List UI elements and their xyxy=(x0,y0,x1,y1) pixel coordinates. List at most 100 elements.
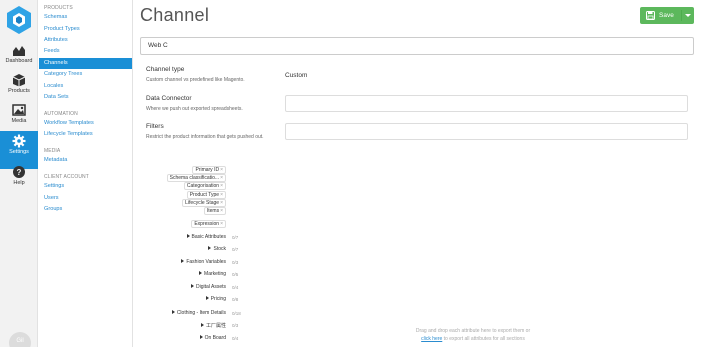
hint-line-2-text: to export all attributes for all section… xyxy=(443,336,525,342)
group-count: 0/4 xyxy=(232,336,239,341)
data-connector-select[interactable] xyxy=(285,95,688,112)
group-name: Stock xyxy=(213,246,226,252)
data-connector-label: Data Connector xyxy=(146,95,192,102)
nav-item-users[interactable]: Users xyxy=(39,193,132,204)
attribute-tag[interactable]: Lifecycle Stage× xyxy=(182,199,226,207)
tag-label: Items xyxy=(206,208,220,214)
attribute-group[interactable]: Pricing 0/8 xyxy=(205,296,238,302)
nav-item-workflow-templates[interactable]: Workflow Templates xyxy=(39,118,132,129)
close-icon[interactable]: × xyxy=(220,167,223,173)
attribute-group[interactable]: Digital Assets 0/4 xyxy=(190,284,238,290)
caret-right-icon xyxy=(171,310,175,314)
group-name: Basic Attributes xyxy=(191,234,226,240)
group-name: 工厂属性 xyxy=(205,323,226,329)
attribute-group[interactable]: On Board 0/4 xyxy=(199,335,238,341)
help-icon: ? xyxy=(13,166,25,178)
close-icon[interactable]: × xyxy=(220,200,223,206)
channel-name-input[interactable]: Web C xyxy=(140,37,694,55)
save-label: Save xyxy=(659,12,674,19)
rail-label: Help xyxy=(13,180,25,186)
group-name: Pricing xyxy=(210,296,226,302)
caret-right-icon xyxy=(200,323,204,327)
nav-item-feeds[interactable]: Feeds xyxy=(39,46,132,57)
nav-item-channels[interactable]: Channels xyxy=(39,58,132,69)
attribute-tag[interactable]: Items× xyxy=(203,207,226,215)
close-icon[interactable]: × xyxy=(220,175,223,181)
close-icon[interactable]: × xyxy=(220,183,223,189)
nav-heading-automation: AUTOMATION xyxy=(44,111,78,117)
nav-item-data-sets[interactable]: Data Sets xyxy=(39,92,132,103)
caret-right-icon xyxy=(208,246,212,250)
export-all-link[interactable]: click here xyxy=(421,336,442,342)
filters-input[interactable] xyxy=(285,123,688,140)
caret-right-icon xyxy=(190,284,194,288)
tag-label: Product Type xyxy=(189,192,220,198)
filters-label: Filters xyxy=(146,123,164,130)
caret-right-icon xyxy=(199,335,203,339)
logo-icon xyxy=(7,6,31,34)
settings-nav: PRODUCTS Schemas Product Types Attribute… xyxy=(39,0,133,347)
close-icon[interactable]: × xyxy=(220,208,223,214)
nav-item-product-types[interactable]: Product Types xyxy=(39,24,132,35)
gear-icon xyxy=(12,134,26,148)
attribute-group[interactable]: 工厂属性 0/3 xyxy=(200,322,238,329)
group-name: On Board xyxy=(204,335,226,341)
attribute-group[interactable]: Stock 0/7 xyxy=(208,246,238,252)
nav-item-metadata[interactable]: Metadata xyxy=(39,155,132,166)
attribute-tag[interactable]: Schema classificatio...× xyxy=(166,174,226,182)
group-count: 0/7 xyxy=(232,247,239,252)
close-icon[interactable]: × xyxy=(220,221,223,227)
attribute-tag[interactable]: Product Type× xyxy=(186,191,226,199)
group-count: 0/8 xyxy=(232,297,239,302)
main-content: Channel Save Web C Channel type Custom c… xyxy=(134,0,705,347)
group-count: 0/3 xyxy=(232,260,239,265)
tag-label: Expression xyxy=(194,221,220,227)
close-icon[interactable]: × xyxy=(220,192,223,198)
nav-heading-client-account: CLIENT ACCOUNT xyxy=(44,174,89,180)
page-title: Channel xyxy=(140,5,210,25)
chevron-down-icon[interactable] xyxy=(685,14,691,17)
channel-type-help: Custom channel vs predefined like Magent… xyxy=(146,77,245,83)
nav-item-attributes[interactable]: Attributes xyxy=(39,35,132,46)
tag-label: Schema classificatio... xyxy=(169,175,220,181)
channel-type-value[interactable]: Custom xyxy=(285,72,307,79)
caret-right-icon xyxy=(186,234,190,238)
attribute-group[interactable]: Fashion Variables 0/3 xyxy=(181,259,238,265)
avatar[interactable]: Gil xyxy=(9,332,31,347)
rail-label: Products xyxy=(8,88,30,94)
nav-item-schemas[interactable]: Schemas xyxy=(39,12,132,23)
box-icon xyxy=(12,74,26,87)
nav-item-groups[interactable]: Groups xyxy=(39,204,132,215)
rail-label: Dashboard xyxy=(5,58,33,64)
filters-help: Restrict the product information that ge… xyxy=(146,134,264,140)
group-name: Marketing xyxy=(204,271,226,277)
nav-item-lifecycle-templates[interactable]: Lifecycle Templates xyxy=(39,129,132,140)
channel-type-label: Channel type xyxy=(146,66,185,73)
attribute-group[interactable]: Marketing 0/5 xyxy=(199,271,238,277)
group-count: 0/18 xyxy=(232,311,241,316)
tag-label: Primary ID xyxy=(195,167,220,173)
attribute-tag[interactable]: Categorisation× xyxy=(183,182,226,190)
save-button[interactable]: Save xyxy=(640,7,694,24)
hint-line-1: Drag and drop each attribute here to exp… xyxy=(415,328,531,334)
nav-heading-media: MEDIA xyxy=(44,148,61,154)
caret-right-icon xyxy=(199,271,203,275)
attribute-group[interactable]: Basic Attributes 0/7 xyxy=(186,234,238,240)
attribute-tag[interactable]: Expression× xyxy=(191,220,226,228)
caret-right-icon xyxy=(181,259,185,263)
save-divider xyxy=(681,10,682,21)
group-name: Digital Assets xyxy=(195,284,226,290)
nav-item-settings[interactable]: Settings xyxy=(39,181,132,192)
group-name: Clothing - Item Details xyxy=(176,310,226,316)
nav-item-category-trees[interactable]: Category Trees xyxy=(39,69,132,80)
nav-item-locales[interactable]: Locales xyxy=(39,81,132,92)
group-count: 0/3 xyxy=(232,323,239,328)
attribute-tag[interactable]: Primary ID× xyxy=(192,166,226,174)
hint-line-2: click here to export all attributes for … xyxy=(398,335,548,343)
attribute-group[interactable]: Clothing - Item Details 0/18 xyxy=(171,310,241,316)
nav-heading-products: PRODUCTS xyxy=(44,5,73,11)
caret-right-icon xyxy=(205,296,209,300)
rail-item-help[interactable]: ? Help xyxy=(0,162,38,200)
rail-label: Settings xyxy=(9,149,29,155)
rail-label: Media xyxy=(11,118,27,124)
